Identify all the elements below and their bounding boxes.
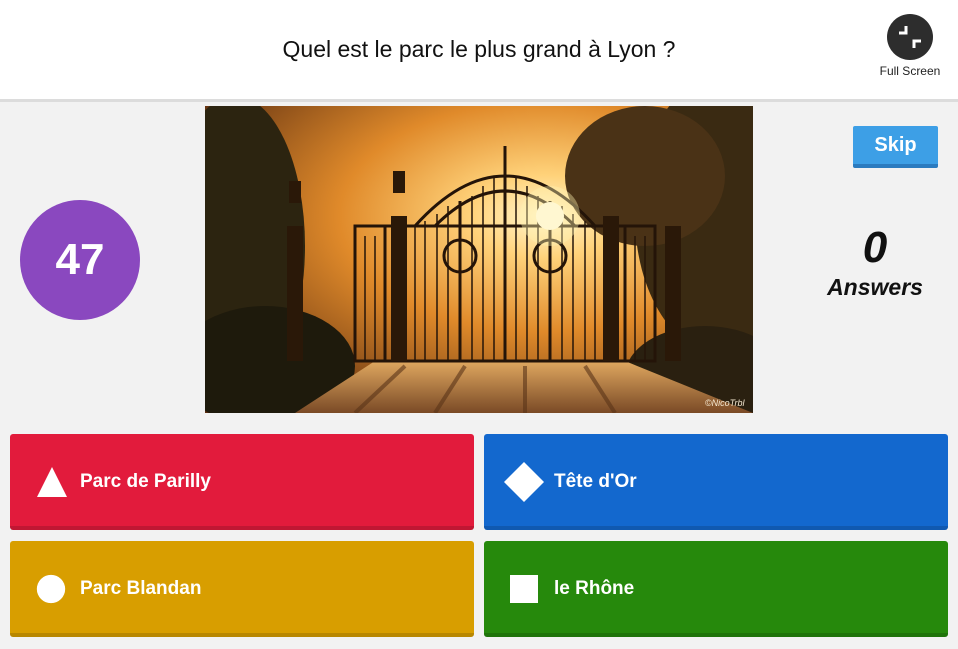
diamond-icon — [504, 462, 544, 502]
answer-option-yellow[interactable]: Parc Blandan — [10, 541, 474, 637]
question-title: Quel est le parc le plus grand à Lyon ? — [282, 36, 676, 62]
answer-label: le Rhône — [554, 578, 635, 599]
square-icon — [510, 575, 538, 603]
circle-icon — [36, 574, 66, 604]
answer-option-green[interactable]: le Rhône — [484, 541, 948, 637]
answer-label: Parc de Parilly — [80, 471, 211, 492]
fullscreen-label: Full Screen — [879, 64, 941, 78]
fullscreen-icon — [887, 14, 933, 60]
fullscreen-button[interactable]: Full Screen — [872, 12, 948, 84]
answer-option-red[interactable]: Parc de Parilly — [10, 434, 474, 530]
triangle-icon — [37, 467, 67, 497]
countdown-timer: 47 — [20, 200, 140, 320]
question-header: Quel est le parc le plus grand à Lyon ? … — [0, 0, 958, 102]
answer-label: Tête d'Or — [554, 471, 637, 492]
answers-count: 0 — [862, 223, 888, 272]
image-watermark: ©NicoTrbl — [705, 398, 745, 408]
answers-label: Answers — [827, 274, 923, 300]
question-image: ©NicoTrbl — [205, 106, 753, 413]
skip-button[interactable]: Skip — [853, 126, 938, 168]
answer-option-blue[interactable]: Tête d'Or — [484, 434, 948, 530]
answer-label: Parc Blandan — [80, 578, 202, 599]
